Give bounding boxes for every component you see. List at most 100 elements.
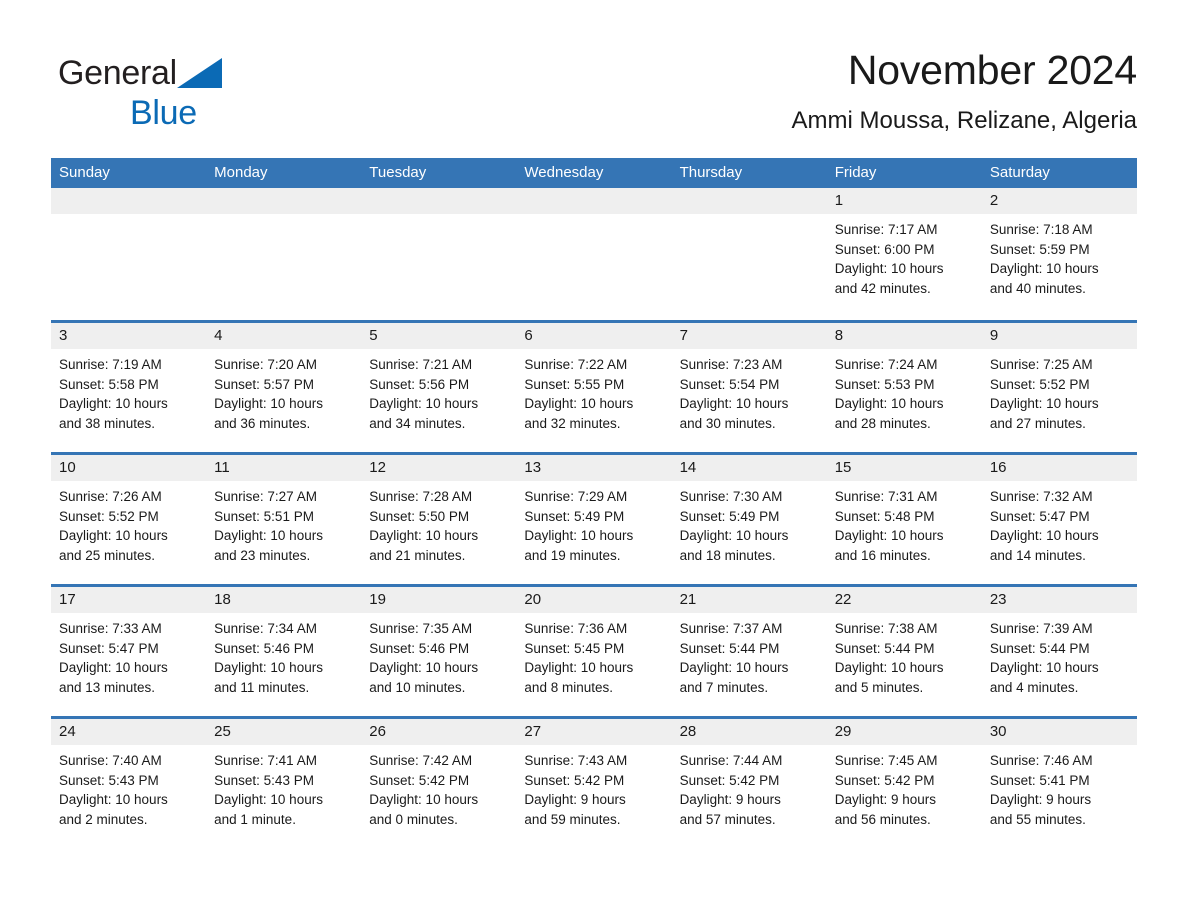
day-detail-line: and 56 minutes. — [834, 812, 931, 828]
day-number[interactable]: 7 — [672, 323, 827, 349]
day-number[interactable]: 1 — [827, 188, 982, 214]
day-detail-line: Sunrise: 7:38 AM — [834, 621, 938, 636]
day-cell-details[interactable]: Sunrise: 7:42 AM Sunset: 5:42 PM Daylight:… — [361, 745, 516, 848]
day-cell-details[interactable]: Sunrise: 7:32 AM Sunset: 5:47 PM Daylight:… — [982, 481, 1137, 584]
day-number[interactable]: 28 — [672, 719, 827, 745]
day-cell-details[interactable]: Sunrise: 7:18 AM Sunset: 5:59 PM Daylight:… — [982, 214, 1137, 317]
day-detail-line: Sunrise: 7:28 AM — [369, 489, 473, 504]
day-detail-line: Sunrise: 7:40 AM — [59, 753, 162, 768]
day-number[interactable]: 20 — [516, 587, 671, 613]
day-number[interactable]: 19 — [361, 587, 516, 613]
day-detail-line: Sunrise: 7:44 AM — [679, 753, 783, 768]
day-detail-line: Sunrise: 7:29 AM — [524, 489, 628, 504]
day-number[interactable]: 30 — [982, 719, 1137, 745]
day-number[interactable]: 11 — [206, 455, 361, 481]
day-number[interactable]: 9 — [982, 323, 1137, 349]
day-cell-details[interactable]: Sunrise: 7:21 AM Sunset: 5:56 PM Daylight:… — [361, 349, 516, 452]
day-detail-line: Daylight: 10 hours — [214, 660, 323, 676]
day-detail-line: and 25 minutes. — [59, 548, 156, 564]
day-cell-details[interactable]: Sunrise: 7:43 AM Sunset: 5:42 PM Daylight:… — [516, 745, 671, 848]
day-cell-details[interactable]: Sunrise: 7:35 AM Sunset: 5:46 PM Daylight:… — [361, 613, 516, 716]
day-detail-line: and 0 minutes. — [369, 812, 458, 828]
day-number[interactable]: 23 — [982, 587, 1137, 613]
day-cell-details[interactable]: Sunrise: 7:24 AM Sunset: 5:53 PM Daylight:… — [827, 349, 982, 452]
day-detail-line: Daylight: 10 hours — [834, 528, 944, 544]
day-detail-line: Daylight: 10 hours — [989, 660, 1099, 676]
day-number[interactable]: 24 — [51, 719, 206, 745]
day-cell-details[interactable]: Sunrise: 7:22 AM Sunset: 5:55 PM Daylight:… — [516, 349, 671, 452]
day-detail-line: Daylight: 9 hours — [834, 792, 937, 808]
day-detail-line: and 59 minutes. — [524, 812, 621, 828]
day-number[interactable]: 26 — [361, 719, 516, 745]
day-cell-details[interactable]: Sunrise: 7:20 AM Sunset: 5:57 PM Daylight:… — [206, 349, 361, 452]
day-detail-line: Daylight: 10 hours — [989, 396, 1099, 412]
day-detail-line: Daylight: 10 hours — [679, 528, 789, 544]
day-number[interactable]: 10 — [51, 455, 206, 481]
day-detail-line: Daylight: 10 hours — [369, 528, 479, 544]
day-number[interactable]: 8 — [827, 323, 982, 349]
day-detail-line: Sunset: 5:55 PM — [524, 376, 625, 392]
day-number[interactable]: 18 — [206, 587, 361, 613]
day-cell-details[interactable]: Sunrise: 7:25 AM Sunset: 5:52 PM Daylight:… — [982, 349, 1137, 452]
day-cell-details[interactable]: Sunrise: 7:44 AM Sunset: 5:42 PM Daylight:… — [672, 745, 827, 848]
day-detail-line: Sunset: 5:51 PM — [214, 508, 314, 524]
day-detail-line: Sunset: 5:49 PM — [524, 508, 625, 524]
day-number[interactable]: 5 — [361, 323, 516, 349]
day-number[interactable]: 6 — [516, 323, 671, 349]
day-cell-details[interactable]: Sunrise: 7:41 AM Sunset: 5:43 PM Daylight:… — [206, 745, 361, 848]
day-number[interactable]: 16 — [982, 455, 1137, 481]
day-cell-details[interactable]: Sunrise: 7:19 AM Sunset: 5:58 PM Daylight:… — [51, 349, 206, 452]
day-cell-details[interactable]: Sunrise: 7:45 AM Sunset: 5:42 PM Daylight:… — [827, 745, 982, 848]
day-detail-line: and 42 minutes. — [834, 281, 931, 297]
day-cell-details[interactable]: Sunrise: 7:28 AM Sunset: 5:50 PM Daylight:… — [361, 481, 516, 584]
day-cell-details[interactable]: Sunrise: 7:38 AM Sunset: 5:44 PM Daylight:… — [827, 613, 982, 716]
day-detail-line: Sunset: 5:42 PM — [369, 772, 470, 788]
day-detail-line: Daylight: 10 hours — [989, 261, 1099, 277]
logo-text-blue: Blue — [130, 94, 197, 132]
day-number[interactable]: 22 — [827, 587, 982, 613]
day-cell-details[interactable]: Sunrise: 7:23 AM Sunset: 5:54 PM Daylight:… — [672, 349, 827, 452]
day-detail-line: and 55 minutes. — [989, 812, 1086, 828]
day-detail-line: Daylight: 10 hours — [834, 660, 944, 676]
day-number[interactable]: 21 — [672, 587, 827, 613]
day-cell-details[interactable]: Sunrise: 7:39 AM Sunset: 5:44 PM Daylight:… — [982, 613, 1137, 716]
day-number[interactable]: 3 — [51, 323, 206, 349]
weekday-header-monday: Monday — [214, 164, 268, 181]
day-number[interactable]: 4 — [206, 323, 361, 349]
day-cell-details[interactable]: Sunrise: 7:27 AM Sunset: 5:51 PM Daylight:… — [206, 481, 361, 584]
day-cell-details[interactable]: Sunrise: 7:40 AM Sunset: 5:43 PM Daylight:… — [51, 745, 206, 848]
day-cell-details[interactable]: Sunrise: 7:30 AM Sunset: 5:49 PM Daylight:… — [672, 481, 827, 584]
day-number[interactable]: 17 — [51, 587, 206, 613]
day-cell-details[interactable]: Sunrise: 7:34 AM Sunset: 5:46 PM Daylight:… — [206, 613, 361, 716]
day-cell-details[interactable]: Sunrise: 7:17 AM Sunset: 6:00 PM Daylight:… — [827, 214, 982, 317]
day-cell-details[interactable]: Sunrise: 7:31 AM Sunset: 5:48 PM Daylight:… — [827, 481, 982, 584]
day-number[interactable]: 13 — [516, 455, 671, 481]
day-detail-line: Sunrise: 7:23 AM — [679, 357, 783, 372]
day-cell-details[interactable]: Sunrise: 7:33 AM Sunset: 5:47 PM Daylight:… — [51, 613, 206, 716]
day-cell-details[interactable]: Sunrise: 7:46 AM Sunset: 5:41 PM Daylight:… — [982, 745, 1137, 848]
page-subtitle-location: Ammi Moussa, Relizane, Algeria — [791, 107, 1137, 134]
page-header: General Blue November 2024 Ammi Moussa, … — [51, 44, 1137, 148]
day-number[interactable]: 2 — [982, 188, 1137, 214]
day-detail-line: and 11 minutes. — [214, 680, 310, 696]
day-cell-details[interactable]: Sunrise: 7:26 AM Sunset: 5:52 PM Daylight:… — [51, 481, 206, 584]
day-cell-details[interactable]: Sunrise: 7:36 AM Sunset: 5:45 PM Daylight:… — [516, 613, 671, 716]
day-detail-band: Sunrise: 7:26 AM Sunset: 5:52 PM Daylight:… — [51, 481, 1137, 584]
day-number[interactable]: 15 — [827, 455, 982, 481]
day-detail-line: Sunset: 5:58 PM — [59, 376, 159, 392]
day-number[interactable]: 12 — [361, 455, 516, 481]
day-number[interactable]: 25 — [206, 719, 361, 745]
day-detail-line: Daylight: 10 hours — [369, 660, 479, 676]
day-detail-line: Sunrise: 7:17 AM — [834, 222, 938, 237]
day-detail-line: Sunrise: 7:27 AM — [214, 489, 317, 504]
day-detail-line: Daylight: 10 hours — [524, 396, 634, 412]
day-number[interactable]: 29 — [827, 719, 982, 745]
day-detail-line: Daylight: 10 hours — [369, 396, 479, 412]
day-cell-details[interactable]: Sunrise: 7:37 AM Sunset: 5:44 PM Daylight:… — [672, 613, 827, 716]
day-number[interactable]: 27 — [516, 719, 671, 745]
day-number[interactable]: 14 — [672, 455, 827, 481]
day-number-empty — [672, 188, 827, 214]
day-number-band: 12 — [51, 188, 1137, 214]
day-cell-details[interactable]: Sunrise: 7:29 AM Sunset: 5:49 PM Daylight:… — [516, 481, 671, 584]
day-number-empty — [51, 188, 206, 214]
